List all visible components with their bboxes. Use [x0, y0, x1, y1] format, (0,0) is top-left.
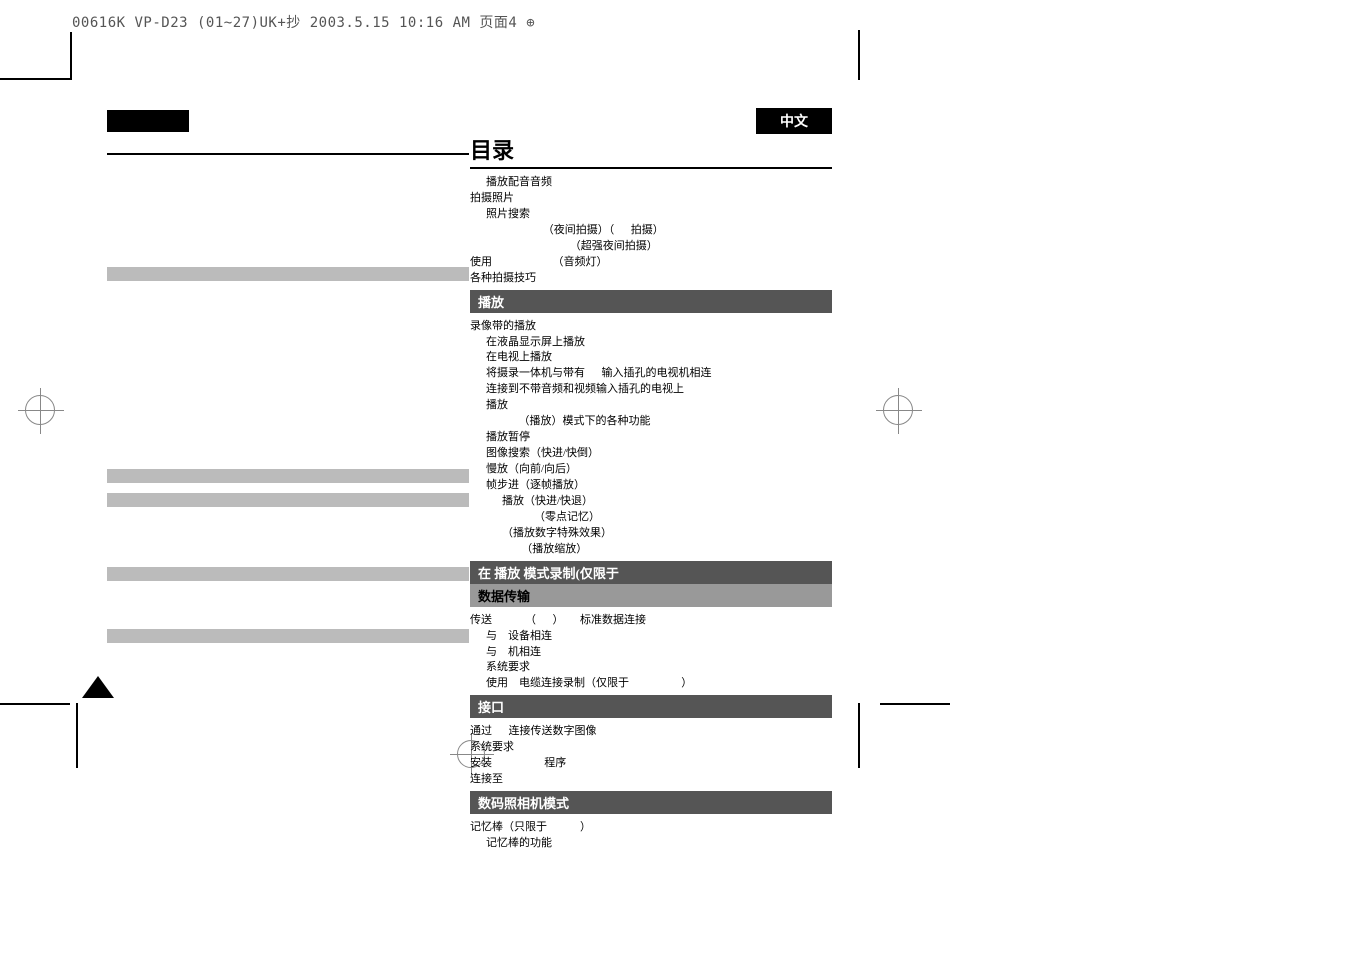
toc-item: 照片搜索	[470, 207, 832, 223]
page-header-metadata: 00616K VP-D23 (01~27)UK+抄 2003.5.15 10:1…	[72, 12, 535, 32]
crop-mark-bottom-left-horizontal	[0, 703, 70, 705]
toc-item: 帧步进（逐帧播放）	[470, 478, 832, 494]
toc-item: 慢放（向前/向后）	[470, 462, 832, 478]
left-section-bar	[107, 469, 469, 483]
crop-mark-top-right-vertical	[858, 30, 860, 80]
toc-item: 使用 （音频灯）	[470, 255, 832, 271]
intro-block: 播放配音音频拍摄照片照片搜索 （夜间拍摄）（ 拍摄） （超强夜间拍摄）使用 （音…	[470, 169, 832, 290]
color-swatch-black	[107, 110, 189, 132]
toc-item: （播放）模式下的各种功能	[470, 414, 832, 430]
toc-item: 播放暂停	[470, 430, 832, 446]
toc-item: 播放	[470, 398, 832, 414]
left-section-bar	[107, 629, 469, 643]
toc-item: 记忆棒（只限于 ）	[470, 820, 832, 836]
toc-block: 传送 （ ） 标准数据连接与 设备相连与 机相连系统要求使用 电缆连接录制（仅限…	[470, 607, 832, 696]
toc-item: （播放数字特殊效果）	[470, 526, 832, 542]
section-header: 数码照相机模式	[470, 791, 832, 814]
toc-item: 记忆棒的功能	[470, 836, 832, 852]
toc-item: （零点记忆）	[470, 510, 832, 526]
registration-mark-left-icon	[25, 395, 55, 425]
section-header: 接口	[470, 695, 832, 718]
toc-item: 在液晶显示屏上播放	[470, 335, 832, 351]
toc-item: 系统要求	[470, 660, 832, 676]
toc-item: 连接至	[470, 772, 832, 788]
toc-item: 各种拍摄技巧	[470, 271, 832, 287]
crop-mark-bottom-left-vertical	[76, 703, 78, 768]
toc-title: 目录	[470, 133, 832, 167]
toc-item: 在电视上播放	[470, 350, 832, 366]
toc-item: 连接到不带音频和视频输入插孔的电视上	[470, 382, 832, 398]
crop-mark-bottom-right-vertical	[858, 703, 860, 768]
left-column-placeholder	[107, 153, 469, 643]
toc-block: 通过 连接传送数字图像系统要求安装 程序连接至	[470, 718, 832, 791]
toc-item: （超强夜间拍摄）	[470, 239, 832, 255]
toc-item: 录像带的播放	[470, 319, 832, 335]
toc-item: 拍摄照片	[470, 191, 832, 207]
section-header: 播放	[470, 290, 832, 313]
toc-item: 通过 连接传送数字图像	[470, 724, 832, 740]
right-column-toc: 中文 目录 播放配音音频拍摄照片照片搜索 （夜间拍摄）（ 拍摄） （超强夜间拍摄…	[470, 108, 832, 855]
toc-item: 将摄录一体机与带有 输入插孔的电视机相连	[470, 366, 832, 382]
registration-mark-right-icon	[883, 395, 913, 425]
crop-mark-right-horizontal	[880, 703, 950, 705]
header-text: 00616K VP-D23 (01~27)UK+抄 2003.5.15 10:1…	[72, 15, 517, 31]
toc-item: 播放配音音频	[470, 175, 832, 191]
page-indicator-triangle-icon	[82, 676, 114, 698]
toc-item: （播放缩放）	[470, 542, 832, 558]
crop-mark-top-left	[0, 78, 70, 108]
language-badge: 中文	[756, 108, 832, 134]
toc-item: 与 设备相连	[470, 629, 832, 645]
toc-item: 播放（快进/快退）	[470, 494, 832, 510]
left-section-bar	[107, 567, 469, 581]
toc-item: 使用 电缆连接录制（仅限于 ）	[470, 676, 832, 692]
toc-item: 传送 （ ） 标准数据连接	[470, 613, 832, 629]
toc-block: 录像带的播放在液晶显示屏上播放在电视上播放将摄录一体机与带有 输入插孔的电视机相…	[470, 313, 832, 561]
toc-item: （夜间拍摄）（ 拍摄）	[470, 223, 832, 239]
toc-item: 图像搜索（快进/快倒）	[470, 446, 832, 462]
registration-icon: ⊕	[526, 15, 535, 31]
toc-item: 与 机相连	[470, 645, 832, 661]
toc-item: 系统要求	[470, 740, 832, 756]
section-header: 在 播放 模式录制(仅限于	[470, 561, 832, 584]
left-section-bar	[107, 267, 469, 281]
toc-block: 记忆棒（只限于 ）记忆棒的功能	[470, 814, 832, 855]
toc-item: 安装 程序	[470, 756, 832, 772]
left-section-bar	[107, 493, 469, 507]
section-header: 数据传输	[470, 584, 832, 607]
